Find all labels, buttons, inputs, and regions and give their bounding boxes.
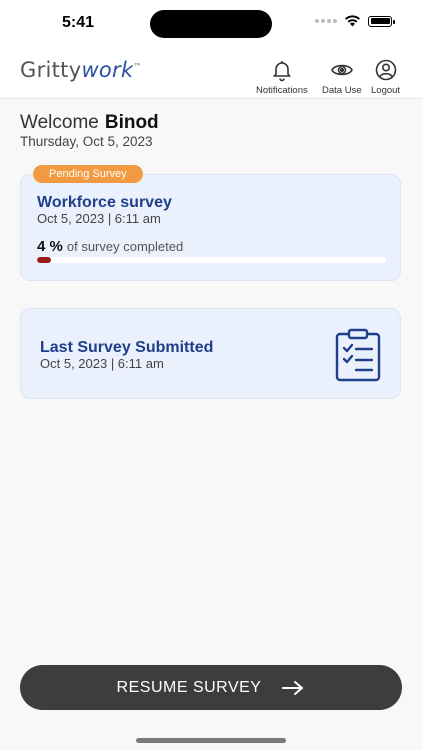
clipboard-icon <box>335 328 381 382</box>
logout-label: Logout <box>371 85 401 96</box>
signal-icon <box>315 19 337 23</box>
logout-button[interactable]: Logout <box>371 58 400 96</box>
wifi-icon <box>345 15 360 27</box>
progress-suffix: of survey completed <box>66 239 184 254</box>
last-survey-title: Last Survey Submitted <box>40 339 214 356</box>
welcome-greeting: Welcome <box>20 112 99 133</box>
app-header: Grittywork™ Notifications Data Use Logou… <box>0 46 422 99</box>
arrow-right-icon <box>282 680 304 695</box>
survey-datetime: Oct 5, 2023 | 6:11 am <box>37 211 161 226</box>
current-date: Thursday, Oct 5, 2023 <box>20 134 153 149</box>
notifications-label: Notifications <box>256 85 308 96</box>
home-indicator <box>136 738 286 743</box>
data-use-button[interactable]: Data Use <box>322 58 362 96</box>
battery-icon <box>368 15 395 27</box>
survey-title: Workforce survey <box>37 194 172 211</box>
pending-survey-badge: Pending Survey <box>33 165 143 183</box>
app-logo: Grittywork™ <box>20 58 142 82</box>
status-time: 5:41 <box>62 14 95 31</box>
last-survey-card[interactable]: Last Survey Submitted Oct 5, 2023 | 6:11… <box>20 308 401 399</box>
status-icons <box>315 15 395 27</box>
resume-survey-button[interactable]: RESUME SURVEY <box>20 665 402 710</box>
progress-fill <box>37 257 51 263</box>
progress-text: 4 % of survey completed <box>37 238 183 255</box>
progress-percent: 4 % <box>37 238 63 255</box>
user-icon <box>375 59 396 81</box>
resume-survey-label: RESUME SURVEY <box>116 678 262 696</box>
data-use-label: Data Use <box>322 85 362 96</box>
dynamic-island <box>150 10 272 38</box>
notifications-button[interactable]: Notifications <box>256 58 308 96</box>
eye-icon <box>330 64 353 76</box>
last-survey-datetime: Oct 5, 2023 | 6:11 am <box>40 356 164 371</box>
welcome-heading: Welcome Binod <box>20 112 159 134</box>
progress-bar <box>37 257 386 263</box>
user-name: Binod <box>104 112 159 133</box>
bell-icon <box>272 61 291 82</box>
status-bar: 5:41 <box>0 0 422 46</box>
pending-survey-card[interactable]: Pending Survey Workforce survey Oct 5, 2… <box>20 165 401 281</box>
